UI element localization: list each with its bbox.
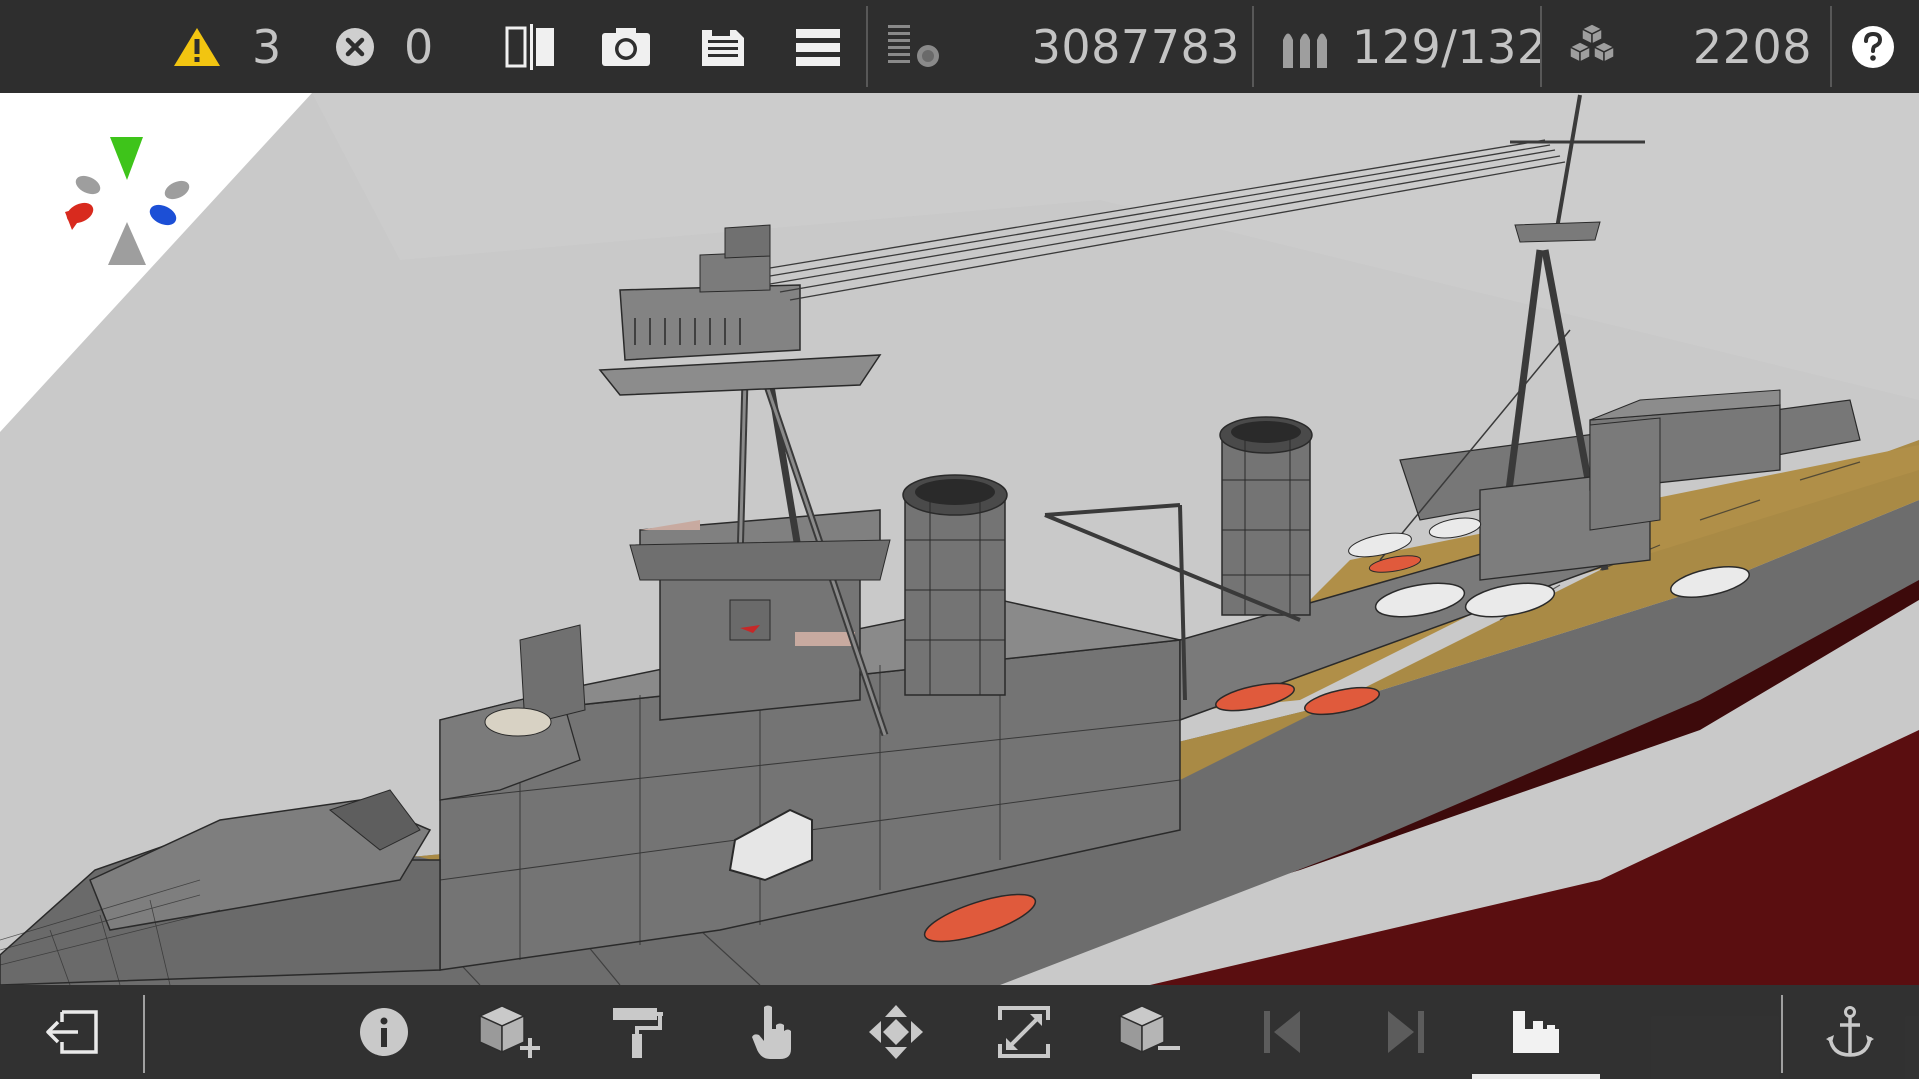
build-mode-button[interactable] xyxy=(1508,985,1564,1079)
menu-icon xyxy=(796,28,840,66)
remove-block-button[interactable] xyxy=(1118,985,1184,1079)
toolbar-separator xyxy=(1830,6,1832,87)
paint-button[interactable] xyxy=(610,985,666,1079)
warning-icon xyxy=(172,26,222,68)
parts-count-display: 2208 xyxy=(1660,0,1812,93)
info-icon xyxy=(360,1008,408,1056)
hand-pointer-icon xyxy=(752,1005,791,1059)
exit-icon xyxy=(46,1010,98,1054)
vertex-count-display: 3087783 xyxy=(1032,0,1240,93)
render-stats-button[interactable] xyxy=(888,0,944,93)
exit-button[interactable] xyxy=(40,985,104,1079)
errors-indicator[interactable]: 0 xyxy=(334,0,434,93)
build-mode-icon xyxy=(1513,1011,1559,1053)
toolbar-separator xyxy=(1540,6,1542,87)
camera-icon xyxy=(602,27,650,66)
help-button[interactable] xyxy=(1850,0,1896,93)
move-button[interactable] xyxy=(866,985,926,1079)
aft-funnel xyxy=(1219,416,1313,616)
anchor-icon xyxy=(1826,1006,1874,1057)
ammo-display: 129/132 xyxy=(1352,0,1547,93)
next-icon xyxy=(1388,1011,1424,1053)
forward-funnel xyxy=(902,474,1008,696)
add-block-icon xyxy=(478,1005,540,1058)
resize-button[interactable] xyxy=(996,985,1052,1079)
bottom-separator xyxy=(1781,995,1783,1073)
active-tab-indicator xyxy=(1472,1074,1600,1079)
save-icon xyxy=(702,29,744,66)
blocks-icon xyxy=(1568,22,1616,63)
render-stats-icon xyxy=(888,24,939,67)
screenshot-button[interactable] xyxy=(600,0,652,93)
remove-block-icon xyxy=(1118,1005,1180,1054)
warning-count: 3 xyxy=(252,19,282,74)
anchor-button[interactable] xyxy=(1824,985,1876,1079)
shells-indicator[interactable] xyxy=(1280,0,1332,93)
ammo-count: 129/132 xyxy=(1352,19,1547,74)
parts-indicator[interactable] xyxy=(1564,0,1620,93)
next-button[interactable] xyxy=(1384,985,1428,1079)
bottom-toolbar xyxy=(0,985,1919,1079)
previous-button[interactable] xyxy=(1260,985,1304,1079)
bottom-separator xyxy=(143,995,145,1073)
resize-icon xyxy=(998,1006,1050,1058)
mirror-button[interactable] xyxy=(503,0,557,93)
move-icon xyxy=(869,1005,923,1059)
shells-icon xyxy=(1283,33,1327,68)
ship-3d-viewport[interactable] xyxy=(0,93,1919,985)
warnings-indicator[interactable]: 3 xyxy=(172,0,282,93)
error-icon xyxy=(334,26,376,68)
error-count: 0 xyxy=(404,19,434,74)
toolbar-separator xyxy=(866,6,868,87)
help-icon xyxy=(1852,25,1894,68)
add-block-button[interactable] xyxy=(478,985,544,1079)
info-button[interactable] xyxy=(354,985,414,1079)
paint-roller-icon xyxy=(613,1008,663,1058)
previous-icon xyxy=(1264,1011,1300,1053)
parts-count: 2208 xyxy=(1692,19,1812,74)
mirror-icon xyxy=(505,23,554,70)
select-button[interactable] xyxy=(744,985,800,1079)
vertex-count: 3087783 xyxy=(1031,19,1240,74)
save-button[interactable] xyxy=(700,0,746,93)
toolbar-separator xyxy=(1252,6,1254,87)
menu-button[interactable] xyxy=(796,0,840,93)
top-toolbar: 3 0 3087783 129/132 2208 xyxy=(0,0,1919,93)
